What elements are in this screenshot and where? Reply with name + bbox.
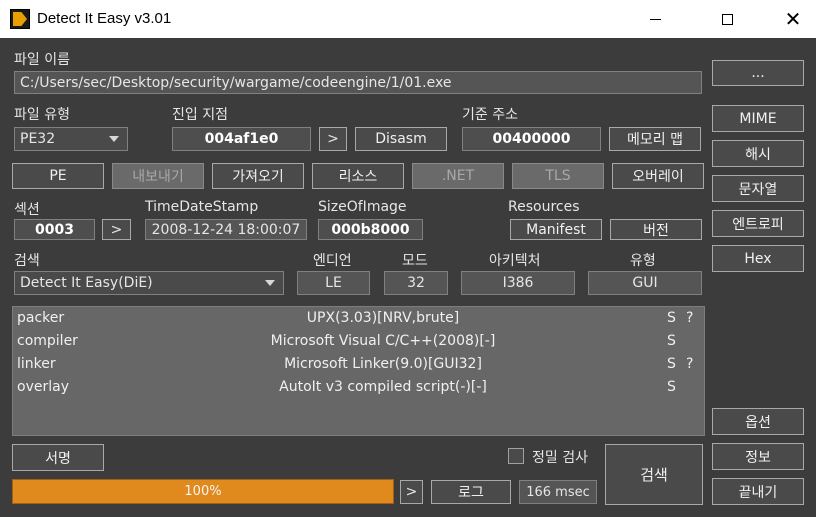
list-item[interactable]: overlay AutoIt v3 compiled script(-)[-] … bbox=[13, 379, 704, 401]
progress-arrow-button[interactable]: > bbox=[400, 480, 423, 504]
base-address-value: 00400000 bbox=[462, 127, 601, 151]
file-path-input[interactable]: C:/Users/sec/Desktop/security/wargame/co… bbox=[14, 71, 702, 94]
browse-button[interactable]: ... bbox=[712, 60, 804, 86]
signatures-button[interactable]: 서명 bbox=[12, 444, 104, 471]
result-type: compiler bbox=[17, 333, 78, 349]
mime-button[interactable]: MIME bbox=[712, 105, 804, 132]
scan-engine-select[interactable]: Detect It Easy(DiE) bbox=[14, 271, 284, 295]
base-address-label: 기준 주소 bbox=[462, 107, 518, 123]
minimize-icon bbox=[649, 18, 661, 20]
hash-button[interactable]: 해시 bbox=[712, 140, 804, 167]
sections-label: 섹션 bbox=[14, 202, 40, 218]
manifest-button[interactable]: Manifest bbox=[510, 219, 602, 240]
close-icon: ✕ bbox=[784, 7, 802, 31]
list-item[interactable]: compiler Microsoft Visual C/C++(2008)[-]… bbox=[13, 333, 704, 355]
export-button[interactable]: 내보내기 bbox=[112, 163, 204, 189]
result-name: AutoIt v3 compiled script(-)[-] bbox=[279, 379, 487, 395]
chevron-down-icon bbox=[109, 136, 119, 142]
about-button[interactable]: 정보 bbox=[712, 443, 804, 470]
options-button[interactable]: 옵션 bbox=[712, 408, 804, 435]
progress-text: 100% bbox=[184, 484, 222, 499]
result-signature-button[interactable]: S bbox=[667, 310, 676, 326]
results-list[interactable]: packer UPX(3.03)[NRV,brute] S ? compiler… bbox=[12, 306, 705, 436]
resources-button[interactable]: 리소스 bbox=[312, 163, 404, 189]
result-info-button[interactable]: ? bbox=[686, 356, 693, 372]
size-of-image-label: SizeOfImage bbox=[318, 199, 407, 215]
window-title: Detect It Easy v3.01 bbox=[37, 10, 172, 27]
tls-button[interactable]: TLS bbox=[512, 163, 604, 189]
title-bar: Detect It Easy v3.01 ✕ bbox=[0, 0, 816, 38]
scan-button[interactable]: 검색 bbox=[605, 444, 703, 505]
mode-value: 32 bbox=[384, 271, 448, 295]
sections-value: 0003 bbox=[14, 219, 95, 240]
resources-label: Resources bbox=[508, 199, 580, 215]
result-name: UPX(3.03)[NRV,brute] bbox=[306, 310, 460, 326]
maximize-button[interactable] bbox=[704, 0, 750, 38]
result-name: Microsoft Visual C/C++(2008)[-] bbox=[270, 333, 496, 349]
result-info-button[interactable]: ? bbox=[686, 310, 693, 326]
app-icon bbox=[10, 9, 30, 29]
disasm-button[interactable]: Disasm bbox=[355, 127, 447, 151]
pe-button[interactable]: PE bbox=[12, 163, 104, 189]
mode-label: 모드 bbox=[402, 253, 428, 269]
log-button[interactable]: 로그 bbox=[431, 480, 511, 504]
memory-map-button[interactable]: 메모리 맵 bbox=[609, 127, 701, 151]
timestamp-label: TimeDateStamp bbox=[145, 199, 259, 215]
deep-scan-checkbox[interactable] bbox=[508, 448, 524, 464]
entry-point-label: 진입 지점 bbox=[172, 107, 228, 123]
version-button[interactable]: 버전 bbox=[610, 219, 702, 240]
close-button[interactable]: ✕ bbox=[770, 0, 816, 38]
overlay-button[interactable]: 오버레이 bbox=[612, 163, 704, 189]
entropy-button[interactable]: 엔트로피 bbox=[712, 210, 804, 237]
sections-arrow-button[interactable]: > bbox=[102, 219, 131, 240]
result-type: linker bbox=[17, 356, 56, 372]
list-item[interactable]: packer UPX(3.03)[NRV,brute] S ? bbox=[13, 310, 704, 332]
result-type: overlay bbox=[17, 379, 69, 395]
endian-label: 엔디언 bbox=[313, 253, 352, 269]
file-type-label: 파일 유형 bbox=[14, 107, 70, 123]
hex-button[interactable]: Hex bbox=[712, 245, 804, 272]
minimize-button[interactable] bbox=[632, 0, 678, 38]
progress-bar: 100% bbox=[12, 479, 394, 504]
endian-value: LE bbox=[297, 271, 370, 295]
entry-point-value: 004af1e0 bbox=[172, 127, 311, 151]
type-label: 유형 bbox=[630, 253, 656, 269]
file-name-label: 파일 이름 bbox=[14, 52, 70, 68]
chevron-down-icon bbox=[265, 280, 275, 286]
result-type: packer bbox=[17, 310, 65, 326]
result-name: Microsoft Linker(9.0)[GUI32] bbox=[284, 356, 482, 372]
type-value: GUI bbox=[588, 271, 702, 295]
result-signature-button[interactable]: S bbox=[667, 333, 676, 349]
file-type-select[interactable]: PE32 bbox=[14, 127, 128, 151]
size-of-image-value: 000b8000 bbox=[318, 219, 423, 240]
import-button[interactable]: 가져오기 bbox=[212, 163, 304, 189]
result-signature-button[interactable]: S bbox=[667, 356, 676, 372]
scan-engine-value: Detect It Easy(DiE) bbox=[20, 275, 153, 291]
deep-scan-label: 정밀 검사 bbox=[532, 450, 588, 466]
net-button[interactable]: .NET bbox=[412, 163, 504, 189]
elapsed-time: 166 msec bbox=[519, 480, 597, 504]
entry-point-arrow-button[interactable]: > bbox=[319, 127, 347, 151]
scan-label: 검색 bbox=[14, 253, 40, 269]
list-item[interactable]: linker Microsoft Linker(9.0)[GUI32] S ? bbox=[13, 356, 704, 378]
exit-button[interactable]: 끝내기 bbox=[712, 478, 804, 505]
architecture-label: 아키텍처 bbox=[489, 253, 541, 269]
result-signature-button[interactable]: S bbox=[667, 379, 676, 395]
strings-button[interactable]: 문자열 bbox=[712, 175, 804, 202]
timestamp-value: 2008-12-24 18:00:07 bbox=[145, 219, 307, 240]
architecture-value: I386 bbox=[461, 271, 575, 295]
maximize-icon bbox=[721, 13, 733, 25]
file-type-value: PE32 bbox=[20, 131, 56, 147]
